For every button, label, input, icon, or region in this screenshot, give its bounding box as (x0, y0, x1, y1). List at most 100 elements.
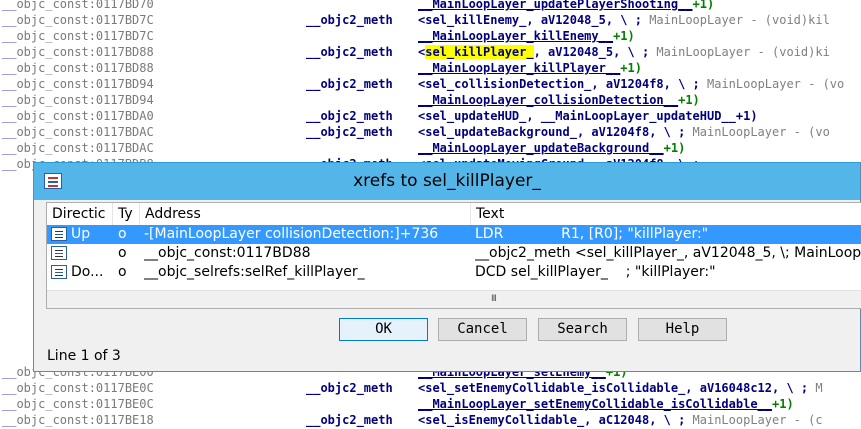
operand-text: <sel_isEnemyCollidable_, aC12048, \ ; (418, 413, 686, 427)
mnemonic[interactable]: __objc2_meth (306, 412, 393, 428)
mnemonic[interactable]: __objc2_meth (306, 124, 393, 140)
horizontal-scrollbar[interactable]: III (47, 290, 861, 308)
listing-line[interactable]: __objc_const:0117BD94 __MainLoopLayer_col… (0, 92, 861, 108)
offset-number: +1) (620, 61, 642, 75)
xref-type: o (118, 226, 127, 242)
address-text: objc_const:0117BD88 (16, 45, 154, 59)
listing-line[interactable]: __objc_const:0117BD88 __MainLoopLayer_kil… (0, 60, 861, 76)
xref-entry-icon (51, 265, 67, 279)
listing-line[interactable]: __objc_const:0117BD70 __MainLoopLayer_upd… (0, 0, 861, 12)
mnemonic[interactable]: __objc2_meth (306, 44, 393, 60)
listing-line[interactable]: __objc_const:0117BDAC __objc2_meth <sel_up… (0, 124, 861, 140)
operand[interactable]: <sel_collisionDetection_, aV1204f8, \ ; … (418, 76, 844, 92)
help-button[interactable]: Help (638, 318, 727, 341)
listing-line[interactable]: __objc_const:0117BD88 __objc2_meth <sel_ki… (0, 44, 861, 60)
line-comment: MainLoopLayer - (c (685, 413, 823, 427)
listing-line[interactable]: __objc_const:0117BD7C __MainLoopLayer_kil… (0, 28, 861, 44)
xref-address: -[MainLoopLayer collisionDetection:]+736 (144, 226, 439, 242)
method-impl-ref[interactable]: __MainLoopLayer_updateBackground__+1) (418, 140, 685, 156)
operand-text: <sel_updateBackground_, aV1204f8, \ ; (418, 125, 686, 139)
operand[interactable]: <sel_killEnemy_, aV12048_5, \ ; MainLoop… (418, 12, 830, 28)
address-prefix: __ (2, 365, 17, 379)
column-header-address[interactable]: Address (140, 203, 471, 225)
highlighted-symbol[interactable]: sel_killPlayer_ (425, 45, 534, 59)
method-impl-ref[interactable]: __MainLoopLayer_collisionDetection__+1) (418, 92, 700, 108)
listing-line[interactable]: __objc_const:0117BE0C __objc2_meth <sel_se… (0, 380, 861, 396)
address-text: objc_const:0117BD7C (16, 13, 154, 27)
xref-entry-icon (51, 246, 67, 260)
xref-row[interactable]: o __objc_const:0117BD88 __objc2_meth <sel_… (47, 244, 861, 263)
line-address: __objc_const:0117BD88 (2, 60, 154, 76)
scrollbar-grip[interactable]: III (491, 295, 501, 304)
method-impl-ref[interactable]: __MainLoopLayer_killPlayer__+1) (418, 60, 642, 76)
column-header-text[interactable]: Text (471, 203, 861, 225)
xref-text: LDR R1, [R0]; "killPlayer:" (475, 226, 709, 242)
offset-number: +1) (663, 141, 686, 155)
method-impl-label[interactable]: __MainLoopLayer_killPlayer__ (418, 61, 620, 75)
address-text: objc_const:0117BDAC (16, 125, 154, 139)
line-address: __objc_const:0117BD7C (2, 12, 154, 28)
method-impl-label[interactable]: __MainLoopLayer_updatePlayerShooting__ (418, 0, 693, 11)
line-address: __objc_const:0117BE0C (2, 396, 154, 412)
mnemonic[interactable]: __objc2_meth (306, 108, 393, 124)
address-prefix: __ (2, 125, 17, 139)
column-header-direction[interactable]: Directic (47, 203, 113, 225)
address-prefix: __ (2, 13, 17, 27)
line-comment: MainLoopLayer - (void)kil (641, 13, 830, 27)
xref-text: __objc2_meth <sel_killPlayer_, aV12048_5… (475, 245, 861, 261)
address-text: objc_const:0117BD94 (16, 93, 154, 107)
mnemonic[interactable]: __objc2_meth (306, 76, 393, 92)
method-impl-ref[interactable]: __MainLoopLayer_setEnemyCollidable_isCol… (418, 396, 794, 412)
xref-direction: Do... (71, 264, 104, 280)
mnemonic[interactable]: __objc2_meth (306, 12, 393, 28)
address-prefix: __ (2, 45, 17, 59)
cancel-button[interactable]: Cancel (438, 318, 527, 341)
line-address: __objc_const:0117BDA0 (2, 108, 154, 124)
xref-row[interactable]: Up o -[MainLoopLayer collisionDetection:]+… (47, 225, 861, 244)
method-impl-ref[interactable]: __MainLoopLayer_killEnemy__+1) (418, 28, 635, 44)
line-address: __objc_const:0117BD70 (2, 0, 154, 12)
column-header-type[interactable]: Ty (113, 203, 140, 225)
method-impl-ref[interactable]: __MainLoopLayer_updatePlayerShooting__+1… (418, 0, 714, 12)
listing-line[interactable]: __objc_const:0117BD94 __objc2_meth <sel_co… (0, 76, 861, 92)
listing-line[interactable]: __objc_const:0117BD7C __objc2_meth <sel_ki… (0, 12, 861, 28)
line-comment: MainLoopLayer - (vo (699, 77, 845, 91)
offset-number: +1) (692, 0, 715, 11)
line-address: __objc_const:0117BD7C (2, 28, 154, 44)
listing-line[interactable]: __objc_const:0117BE0C __MainLoopLayer_set… (0, 396, 861, 412)
search-button[interactable]: Search (538, 318, 627, 341)
address-text: objc_const:0117BE0C (16, 397, 154, 411)
ok-button[interactable]: OK (339, 318, 428, 341)
line-address: __objc_const:0117BD94 (2, 76, 154, 92)
listing-line[interactable]: __objc_const:0117BE18 __objc2_meth <sel_is… (0, 412, 861, 428)
address-prefix: __ (2, 109, 17, 123)
mnemonic[interactable]: __objc2_meth (306, 380, 393, 396)
xref-row[interactable]: Do... o __objc_selrefs:selRef_killPlayer_ D… (47, 263, 861, 282)
operand-text: <sel_setEnemyCollidable_isCollidable_, a… (418, 381, 809, 395)
address-text: objc_const:0117BD94 (16, 77, 154, 91)
address-prefix: __ (2, 157, 17, 171)
xref-entry-icon (51, 227, 67, 241)
method-impl-label[interactable]: __MainLoopLayer_updateBackground__ (418, 141, 664, 155)
address-prefix: __ (2, 141, 17, 155)
method-impl-label[interactable]: __MainLoopLayer_killEnemy__ (418, 29, 613, 43)
method-impl-label[interactable]: __MainLoopLayer_collisionDetection__ (418, 93, 678, 107)
line-comment: M (808, 381, 823, 395)
xrefs-table[interactable]: Directic Ty Address Text Up o -[MainLoopLa… (46, 202, 861, 309)
address-text: objc_const:0117BD88 (16, 61, 154, 75)
listing-line[interactable]: __objc_const:0117BDA0 __objc2_meth <sel_up… (0, 108, 861, 124)
line-comment: MainLoopLayer - (vo (685, 125, 830, 139)
operand[interactable]: <sel_updateHUD_, __MainLoopLayer_updateH… (418, 108, 758, 124)
dialog-titlebar[interactable]: xrefs to sel_killPlayer_ (34, 163, 860, 200)
address-prefix: __ (2, 397, 17, 411)
xref-address: __objc_selrefs:selRef_killPlayer_ (144, 264, 365, 280)
operand[interactable]: <sel_killPlayer_, aV12048_5, \ ; MainLoo… (418, 44, 830, 60)
operand-text: <sel_killEnemy_, aV12048_5, \ ; (418, 13, 642, 27)
listing-line[interactable]: __objc_const:0117BDAC __MainLoopLayer_upd… (0, 140, 861, 156)
operand[interactable]: <sel_updateBackground_, aV1204f8, \ ; Ma… (418, 124, 830, 140)
operand[interactable]: <sel_isEnemyCollidable_, aC12048, \ ; Ma… (418, 412, 823, 428)
line-address: __objc_const:0117BE0C (2, 380, 154, 396)
xref-direction: Up (71, 226, 91, 242)
operand[interactable]: <sel_setEnemyCollidable_isCollidable_, a… (418, 380, 823, 396)
method-impl-label[interactable]: __MainLoopLayer_setEnemyCollidable_isCol… (418, 397, 772, 411)
